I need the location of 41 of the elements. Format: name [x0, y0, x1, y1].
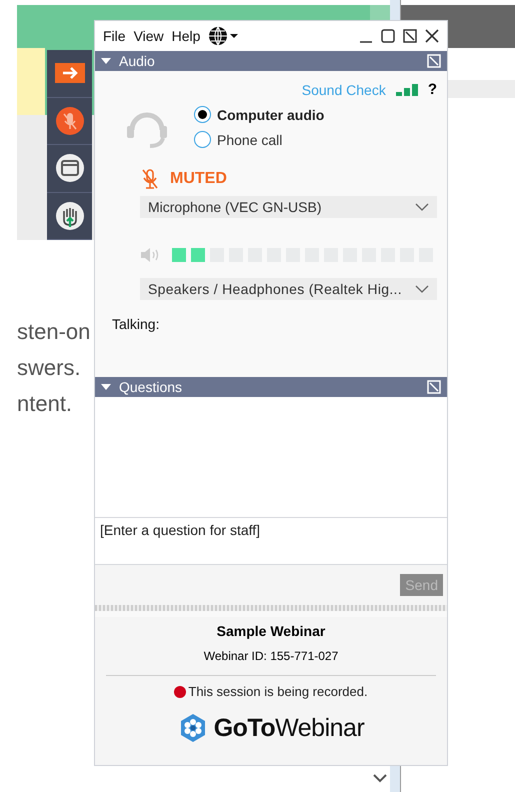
questions-header[interactable]: Questions	[95, 377, 447, 397]
page-text: swers.	[17, 354, 82, 382]
talking-label: Talking:	[112, 316, 160, 332]
resize-grip[interactable]	[95, 605, 447, 611]
audio-header[interactable]: Audio	[95, 51, 447, 71]
menu-item[interactable]: View	[134, 28, 164, 44]
note-shape	[17, 48, 45, 115]
menu-item[interactable]: Help	[172, 28, 200, 44]
product-logo: GoToWebinar	[214, 714, 364, 742]
microphone-icon[interactable]	[54, 106, 84, 136]
page-text: sten-on	[17, 318, 90, 346]
microphone-icon[interactable]	[140, 168, 160, 190]
close-icon[interactable]	[425, 29, 439, 43]
menu-item[interactable]: File	[103, 28, 126, 44]
mute-status: MUTED	[170, 170, 227, 188]
recording-icon	[174, 686, 186, 698]
chevron-down-icon	[415, 285, 429, 293]
help-link[interactable]: ?	[428, 81, 437, 98]
hand-icon[interactable]	[54, 200, 84, 231]
speaker-icon	[140, 248, 160, 262]
recording-notice: This session is being recorded.	[188, 684, 368, 699]
webinar-name: Sample Webinar	[216, 623, 326, 639]
scrollbar[interactable]	[370, 5, 390, 20]
audio-option[interactable]: Computer audio	[194, 106, 324, 123]
window-icon[interactable]	[54, 153, 84, 184]
maximize-icon[interactable]	[381, 29, 395, 43]
question-field[interactable]: [Enter a question for staff]	[95, 518, 447, 565]
speaker-dropdown[interactable]: Speakers / Headphones (Realtek Hig...	[140, 278, 437, 300]
collapse-icon[interactable]	[101, 383, 111, 391]
microphone-dropdown[interactable]: Microphone (VEC GN-USB)	[140, 196, 437, 218]
audio-option[interactable]: Phone call	[194, 131, 324, 148]
chevron-down-icon[interactable]	[372, 772, 388, 784]
collapse-icon[interactable]	[101, 57, 111, 65]
webinar-id: Webinar ID: 155-771-027	[204, 649, 338, 663]
chevron-down-icon	[415, 203, 429, 211]
popout-icon[interactable]	[403, 29, 417, 43]
section-title: Audio	[119, 53, 156, 69]
section-title: Questions	[119, 379, 184, 395]
page-text: ntent.	[17, 390, 74, 418]
signal-bars-icon	[396, 84, 418, 96]
globe-icon[interactable]	[208, 26, 240, 46]
